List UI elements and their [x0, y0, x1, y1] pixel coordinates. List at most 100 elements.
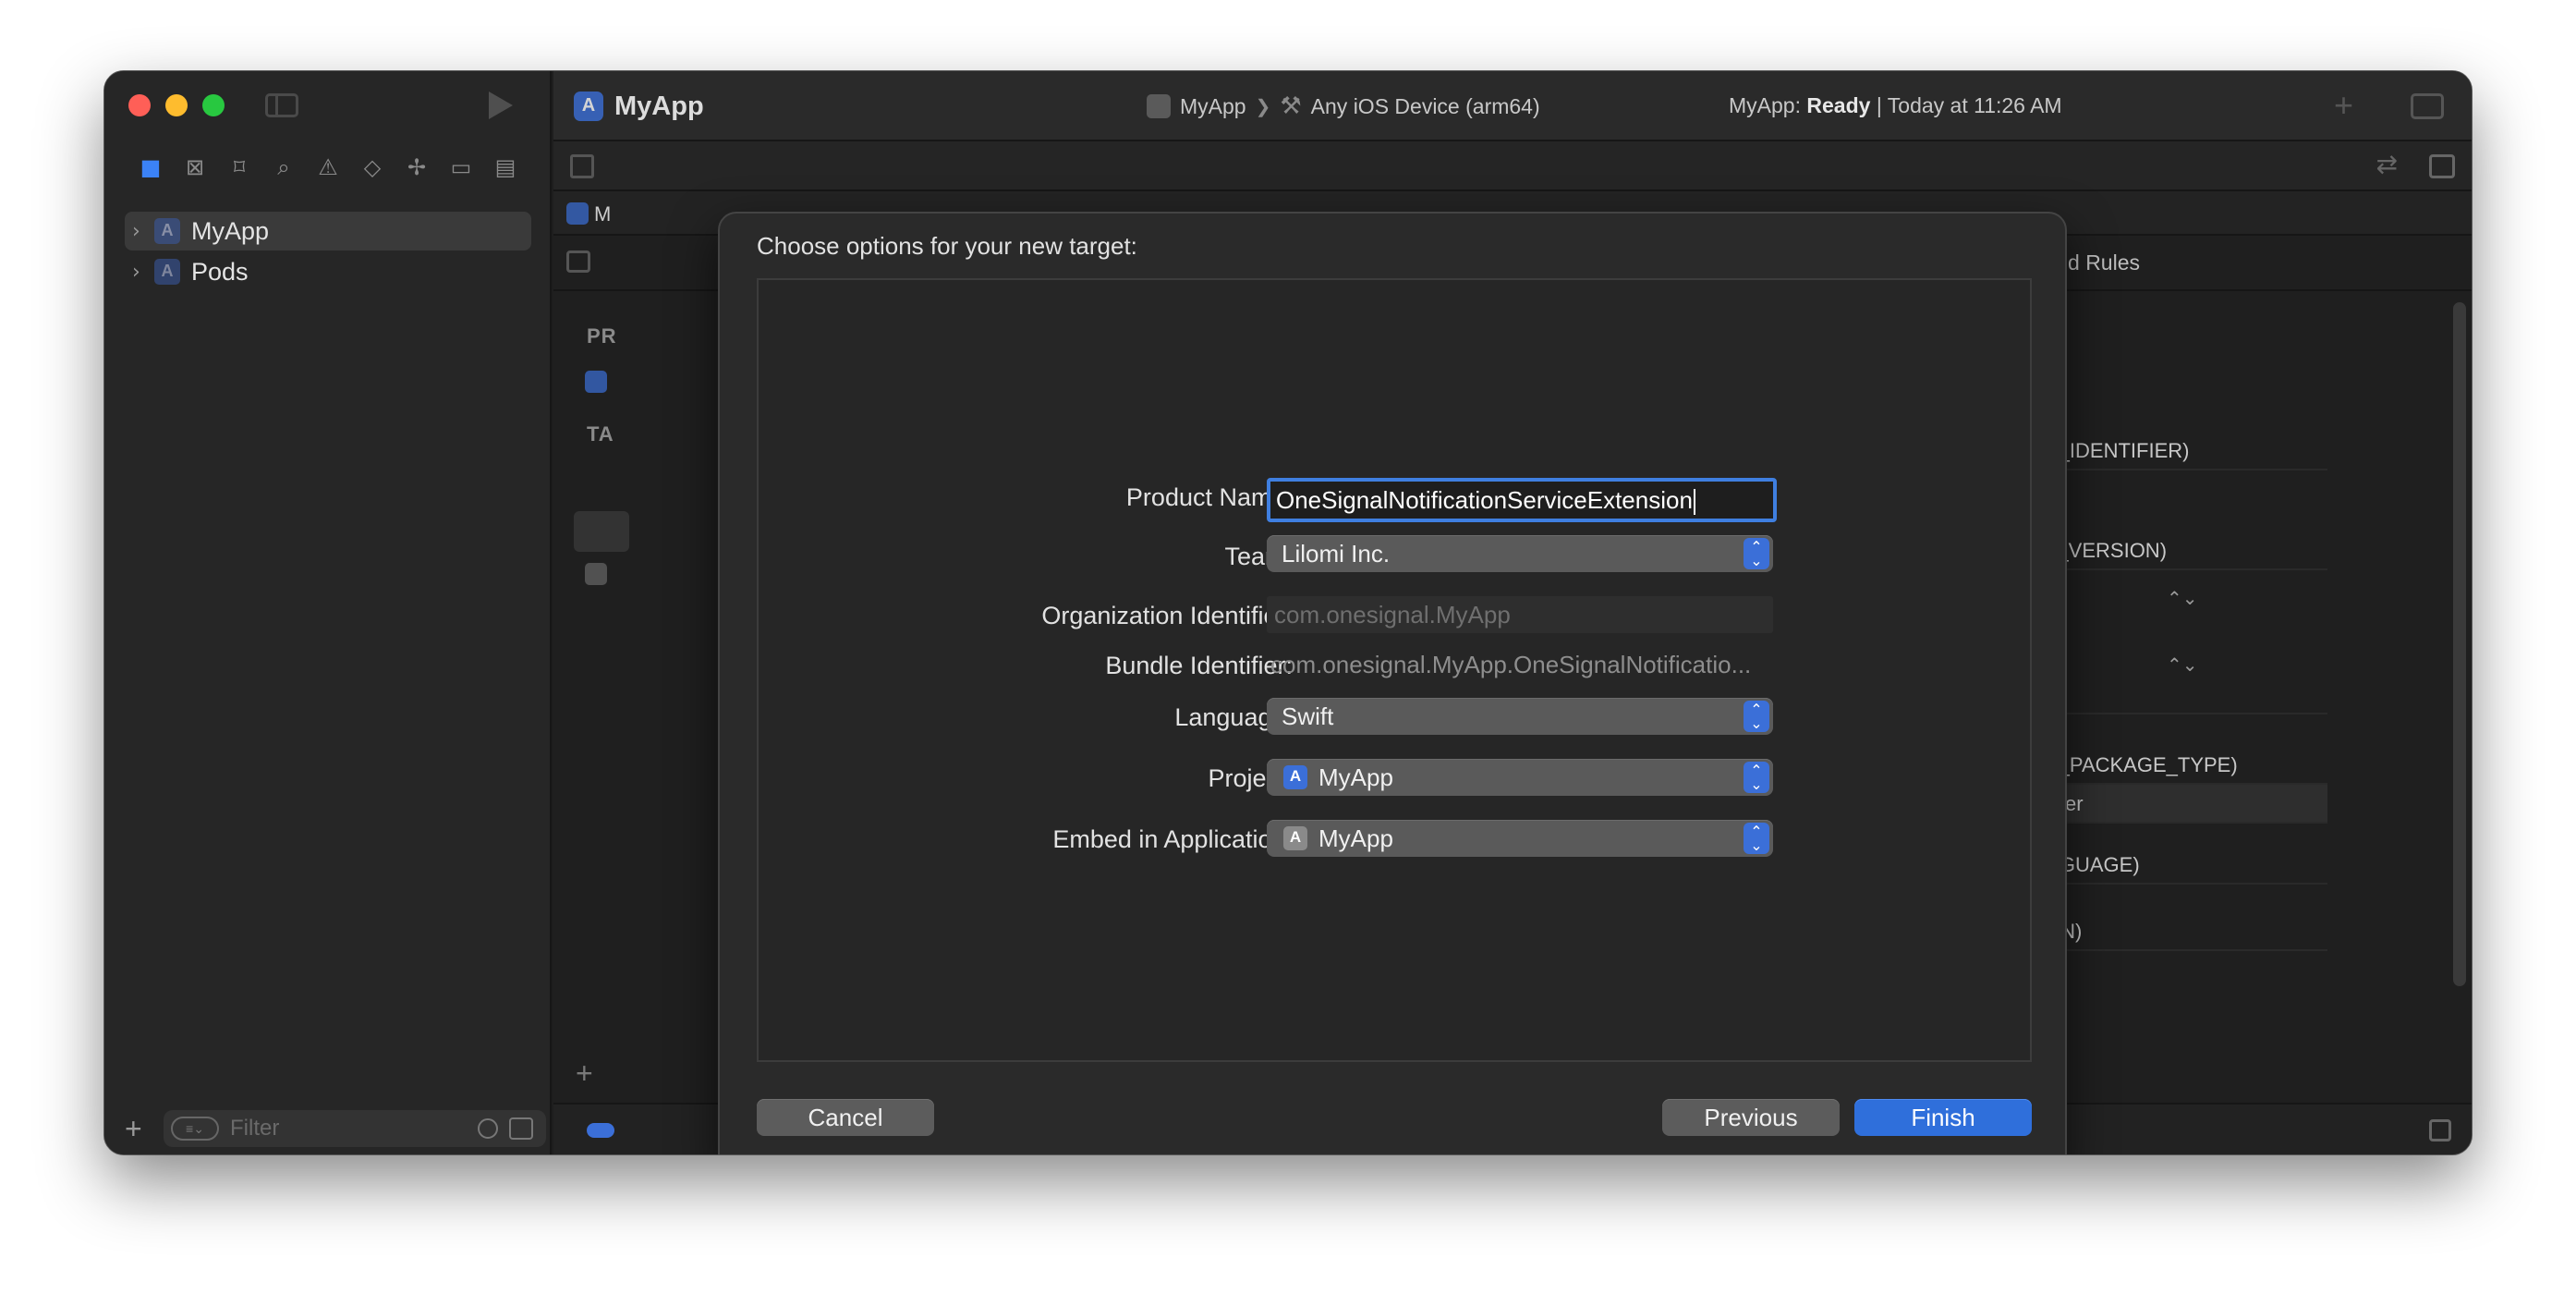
filter-options-icon[interactable]: ≡⌄ — [171, 1117, 219, 1141]
filter-placeholder: Filter — [230, 1116, 280, 1141]
tree-item-pods[interactable]: › Pods — [125, 252, 531, 291]
chevron-updown-icon: ⌃ ⌄ — [1744, 762, 1769, 793]
project-popup[interactable]: MyApp ⌃⌄ — [1267, 759, 1773, 796]
status-prefix: MyApp: — [1729, 93, 1801, 117]
maximize-window-button[interactable] — [202, 94, 225, 116]
scheme-selector[interactable]: MyApp ❯ ⚒ Any iOS Device (arm64) — [1147, 88, 1540, 125]
language-popup[interactable]: Swift ⌃ ⌄ — [1267, 698, 1773, 735]
sidebar-toggle-icon[interactable] — [265, 93, 298, 117]
cancel-button[interactable]: Cancel — [757, 1099, 934, 1136]
hammer-icon: ⚒ — [1280, 92, 1302, 120]
chevron-right-icon[interactable]: › — [132, 220, 154, 243]
add-icon[interactable]: + — [2334, 86, 2353, 125]
chevron-updown-icon: ⌃ ⌄ — [1744, 823, 1769, 854]
window-title: MyApp — [614, 92, 704, 121]
app-scheme-icon — [1147, 94, 1171, 118]
chevron-updown-icon: ⌃ ⌄ — [1744, 701, 1769, 732]
setting-row: T_VERSION) — [2032, 531, 2327, 570]
swap-icon[interactable]: ⇄ — [2376, 149, 2398, 179]
tree-item-myapp[interactable]: › MyApp — [125, 212, 531, 250]
breakpoint-icon[interactable]: ▭ — [448, 154, 474, 180]
org-identifier-field[interactable]: com.onesignal.MyApp — [1267, 596, 1773, 633]
chevron-right-icon[interactable]: › — [132, 261, 154, 284]
target-item-selected[interactable] — [574, 511, 629, 552]
debug-spray-icon[interactable]: ✢ — [404, 154, 430, 180]
project-section-header: PR — [587, 324, 617, 348]
setting-row: E_PACKAGE_TYPE) — [2032, 746, 2327, 785]
embed-value: MyApp — [1318, 824, 1393, 852]
project-icon — [1283, 765, 1307, 789]
chevron-updown-icon: ⌃ ⌄ — [1744, 538, 1769, 569]
app-icon — [574, 92, 603, 121]
grid-icon[interactable] — [570, 154, 594, 178]
filter-pill-icon[interactable] — [587, 1123, 614, 1138]
status-separator: | — [1876, 93, 1882, 117]
debug-area-toggle-icon[interactable] — [2429, 1119, 2451, 1141]
source-control-filter-icon[interactable] — [509, 1117, 533, 1140]
product-name-value: OneSignalNotificationServiceExtension — [1276, 486, 1693, 514]
editor-jump-bar: ⇄ — [553, 141, 2472, 191]
xcode-window: ■ ⊠ ⌑ ⌕ ⚠ ◇ ✢ ▭ ▤ › MyApp › Pods + ≡⌄ Fi… — [103, 70, 2473, 1155]
setting-row: E) — [2032, 676, 2327, 714]
window-toolbar: MyApp MyApp ❯ ⚒ Any iOS Device (arm64) M… — [553, 71, 2472, 141]
previous-button[interactable]: Previous — [1662, 1099, 1840, 1136]
close-window-button[interactable] — [128, 94, 151, 116]
app-icon — [566, 202, 589, 225]
recent-files-icon[interactable] — [478, 1118, 498, 1139]
status-time: Today at 11:26 AM — [1887, 93, 2062, 117]
bookmark-icon[interactable]: ⌑ — [226, 154, 252, 180]
product-name-field[interactable]: OneSignalNotificationServiceExtension — [1267, 478, 1777, 522]
tree-item-label: Pods — [191, 257, 249, 286]
team-value: Lilomi Inc. — [1282, 539, 1391, 568]
chevron-updown-icon[interactable]: ⌃⌄ — [2167, 587, 2198, 609]
chevron-updown-icon[interactable]: ⌃⌄ — [2167, 653, 2198, 676]
bundle-identifier-label: Bundle Identifier: — [1105, 652, 1293, 679]
project-icon — [154, 259, 180, 285]
embed-popup[interactable]: MyApp ⌃⌄ — [1267, 820, 1773, 857]
setting-row: tifier — [2032, 785, 2327, 824]
activity-status: MyApp: Ready | Today at 11:26 AM — [1729, 93, 2062, 118]
scheme-destination[interactable]: Any iOS Device (arm64) — [1311, 94, 1540, 119]
source-control-icon[interactable]: ⊠ — [182, 154, 208, 180]
add-target-icon[interactable]: + — [576, 1056, 593, 1091]
run-icon[interactable] — [489, 92, 513, 119]
tree-item-label: MyApp — [191, 216, 270, 245]
add-icon[interactable]: + — [125, 1112, 152, 1146]
filter-field[interactable]: ≡⌄ Filter — [164, 1110, 546, 1147]
tab-label[interactable]: M — [594, 202, 611, 226]
report-icon[interactable]: ▤ — [492, 154, 518, 180]
bundle-identifier-value: com.onesignal.MyApp.OneSignalNotificatio… — [1270, 651, 1752, 678]
scheme-target[interactable]: MyApp — [1180, 94, 1246, 119]
team-popup[interactable]: Lilomi Inc. ⌃ ⌄ — [1267, 535, 1773, 572]
navigator-sidebar: ■ ⊠ ⌑ ⌕ ⚠ ◇ ✢ ▭ ▤ › MyApp › Pods + ≡⌄ Fi… — [104, 71, 552, 1154]
search-icon[interactable]: ⌕ — [271, 154, 297, 180]
navigator-selector-bar: ■ ⊠ ⌑ ⌕ ⚠ ◇ ✢ ▭ ▤ — [138, 151, 518, 184]
minimize-window-button[interactable] — [165, 94, 188, 116]
setting-row: ON) — [2032, 912, 2327, 951]
embed-label: Embed in Application: — [1052, 825, 1293, 853]
new-target-sheet: Choose options for your new target: Prod… — [718, 212, 2067, 1154]
navigator-filter-bar: + ≡⌄ Filter — [104, 1103, 550, 1154]
project-icon — [585, 371, 607, 393]
warning-icon[interactable]: ⚠ — [315, 154, 341, 180]
setting-row: E_IDENTIFIER) — [2032, 432, 2327, 470]
org-identifier-label: Organization Identifier: — [1041, 602, 1293, 629]
test-diamond-icon[interactable]: ◇ — [359, 154, 385, 180]
folder-icon[interactable]: ■ — [138, 154, 164, 180]
targets-section-header: TA — [587, 422, 614, 446]
add-editor-icon[interactable] — [2429, 154, 2455, 178]
app-icon — [1283, 826, 1307, 850]
dialog-title: Choose options for your new target: — [757, 232, 1137, 260]
status-state: Ready — [1806, 93, 1871, 117]
inspector-toggle-icon[interactable] — [2411, 93, 2444, 119]
finish-button[interactable]: Finish — [1854, 1099, 2032, 1136]
project-value: MyApp — [1318, 763, 1393, 791]
text-caret — [1693, 489, 1695, 516]
project-icon — [154, 218, 180, 244]
setting-row: NGUAGE) — [2032, 846, 2327, 885]
language-value: Swift — [1282, 702, 1334, 730]
vertical-scrollbar[interactable] — [2453, 302, 2466, 986]
project-list-toggle-icon[interactable] — [566, 250, 590, 273]
extension-icon — [585, 563, 607, 585]
chevron-right-icon: ❯ — [1255, 96, 1271, 117]
